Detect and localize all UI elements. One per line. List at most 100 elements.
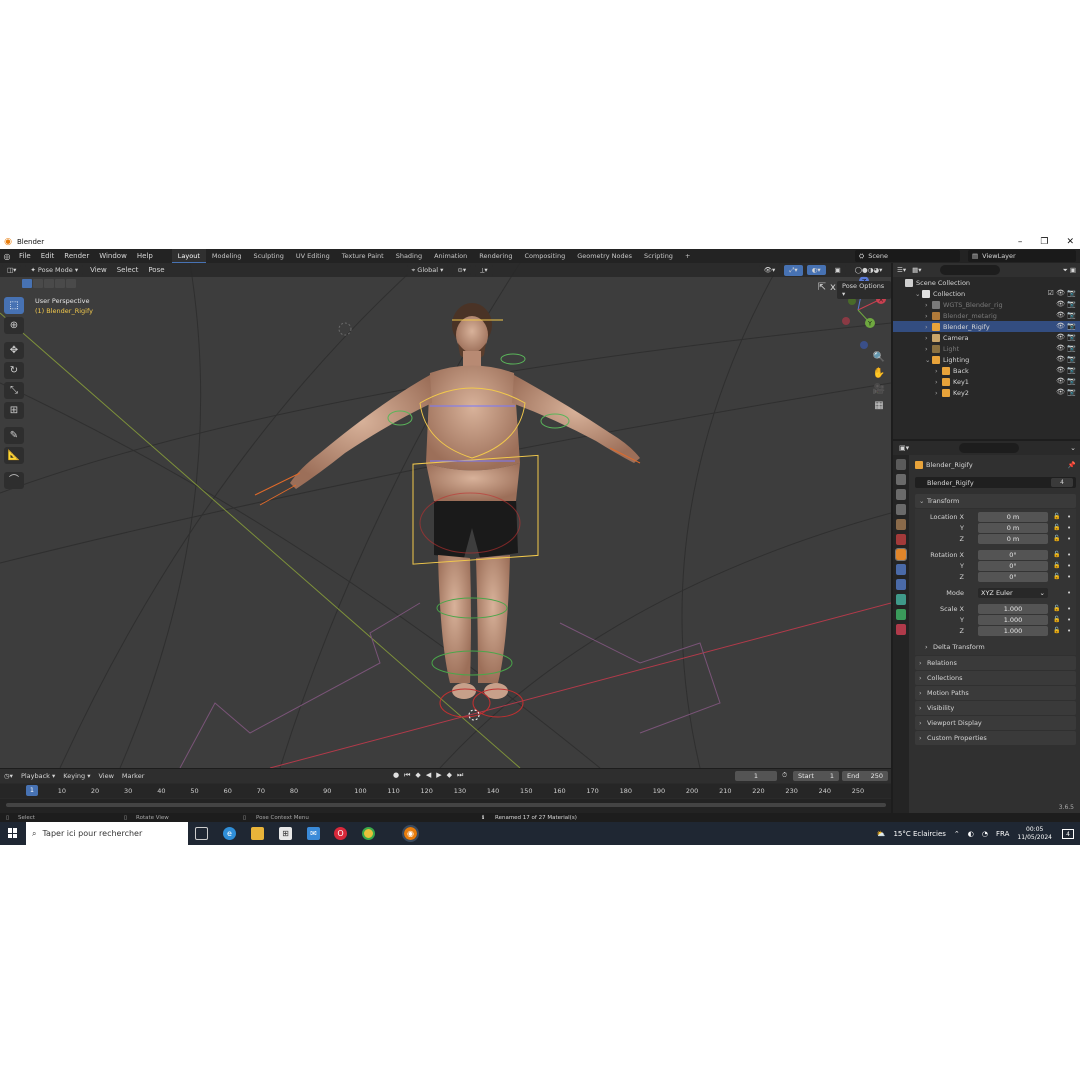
scene-tab-icon[interactable] [896, 519, 906, 530]
notifications-icon[interactable]: 4 [1062, 828, 1074, 839]
outliner-item[interactable]: › Blender_Rigify 👁 📷 [893, 321, 1080, 332]
outliner-item[interactable]: ⌄ Lighting 👁 📷 [893, 354, 1080, 365]
timeline-track[interactable] [0, 799, 891, 813]
workspace-tab-modeling[interactable]: Modeling [206, 249, 248, 263]
pin-icon[interactable]: 📌 [1068, 461, 1076, 469]
lock-icon[interactable]: 🔓 [1053, 616, 1060, 623]
rotate-tool-icon[interactable]: ↻ [4, 362, 24, 379]
viewport-menu-pose[interactable]: Pose [143, 266, 169, 274]
next-keyframe-icon[interactable]: ◆ [447, 771, 452, 780]
taskbar-clock[interactable]: 00:05 11/05/2024 [1017, 826, 1052, 842]
physics-tab-icon[interactable] [896, 579, 906, 590]
prev-keyframe-icon[interactable]: ◆ [415, 771, 420, 780]
menu-edit[interactable]: Edit [36, 252, 60, 260]
rotation-mode-dropdown[interactable]: XYZ Euler ⌄ [978, 587, 1048, 598]
view-layer-tab-icon[interactable] [896, 504, 906, 515]
properties-panel-header[interactable]: › Relations [915, 656, 1076, 670]
outliner-display-mode-icon[interactable]: ▦▾ [912, 266, 921, 274]
render-tab-icon[interactable] [896, 474, 906, 485]
scale-tool-icon[interactable]: ⤡ [4, 382, 24, 399]
timeline-scrollbar[interactable] [6, 803, 886, 807]
overlay-toggle-icon[interactable]: ◐▾ [806, 265, 826, 275]
annotate-tool-icon[interactable]: ✎ [4, 427, 24, 444]
transform-tool-icon[interactable]: ⊞ [4, 402, 24, 419]
blender-taskbar-icon[interactable]: ◉ [402, 825, 419, 842]
outliner-item[interactable]: › Blender_metarig 👁 📷 [893, 310, 1080, 321]
data-users-count[interactable]: 4 [1051, 478, 1073, 487]
task-view-icon[interactable] [195, 827, 208, 840]
lock-icon[interactable]: 🔓 [1053, 551, 1060, 558]
outliner-visibility-toggles[interactable]: 👁 📷 [1056, 365, 1076, 376]
outliner-search-input[interactable] [939, 265, 1000, 275]
object-tab-icon[interactable] [895, 548, 907, 561]
camera-view-icon[interactable]: 🎥 [872, 383, 886, 397]
rotation-y-field[interactable]: 0° [978, 560, 1048, 571]
pose-options-button[interactable]: Pose Options ▾ [837, 281, 891, 299]
scale-x-field[interactable]: 1.000 [978, 603, 1048, 614]
jump-start-icon[interactable]: ⏮ [404, 771, 410, 780]
outliner-item[interactable]: › Back 👁 📷 [893, 365, 1080, 376]
mail-icon[interactable]: ✉ [307, 827, 320, 840]
snap-icon[interactable]: ⟂▾ [475, 264, 493, 276]
scale-z-field[interactable]: 1.000 [978, 625, 1048, 636]
lock-icon[interactable]: 🔓 [1053, 605, 1060, 612]
current-frame-field[interactable]: 1 [735, 771, 777, 781]
armature-data-tab-icon[interactable] [896, 609, 906, 620]
outliner-visibility-toggles[interactable]: 👁 📷 [1056, 343, 1076, 354]
blender-menu-icon[interactable]: ◎ [0, 252, 14, 261]
workspace-tab-rendering[interactable]: Rendering [473, 249, 518, 263]
outliner-visibility-toggles[interactable]: 👁 📷 [1056, 376, 1076, 387]
rotation-x-field[interactable]: 0° [978, 549, 1048, 560]
network-icon[interactable]: ◐ [968, 830, 974, 838]
3d-viewport[interactable]: Z Y X ◫▾ ✦ Pose Mode ▾ View Select Pose … [0, 263, 891, 768]
tool-tab-icon[interactable] [896, 459, 906, 470]
workspace-tab-scripting[interactable]: Scripting [638, 249, 679, 263]
outliner-item[interactable]: › Camera 👁 📷 [893, 332, 1080, 343]
cursor-tool-icon[interactable]: ⊕ [4, 317, 24, 334]
properties-panel-header[interactable]: › Collections [915, 671, 1076, 685]
keyframe-dot-icon[interactable]: • [1067, 589, 1071, 597]
transform-panel-header[interactable]: ⌄ Transform [915, 494, 1076, 508]
expand-arrow-icon[interactable]: › [935, 389, 942, 397]
outliner-visibility-toggles[interactable]: 👁 📷 [1056, 310, 1076, 321]
record-icon[interactable]: ● [393, 771, 399, 780]
properties-options-icon[interactable]: ⌄ [1070, 444, 1076, 452]
lock-icon[interactable]: 🔓 [1053, 524, 1060, 531]
outliner-visibility-toggles[interactable]: 👁 📷 [1056, 387, 1076, 398]
keyframe-dot-icon[interactable]: • [1067, 562, 1071, 570]
microsoft-store-icon[interactable]: ⊞ [279, 827, 292, 840]
expand-arrow-icon[interactable]: › [925, 312, 932, 320]
timeline-menu-marker[interactable]: Marker [118, 772, 148, 780]
delta-transform-subpanel[interactable]: › Delta Transform [915, 641, 1076, 653]
select-mode-intersect-icon[interactable] [66, 279, 76, 288]
expand-arrow-icon[interactable]: › [925, 323, 932, 331]
outliner-editor-type-icon[interactable]: ☰▾ [897, 266, 906, 274]
select-mode-new-icon[interactable] [22, 279, 32, 288]
lock-icon[interactable]: 🔓 [1053, 627, 1060, 634]
keyframe-dot-icon[interactable]: • [1067, 524, 1071, 532]
properties-panel-header[interactable]: › Custom Properties [915, 731, 1076, 745]
select-mode-invert-icon[interactable] [55, 279, 65, 288]
editor-type-icon[interactable]: ◫▾ [2, 265, 22, 275]
workspace-tab-shading[interactable]: Shading [390, 249, 428, 263]
outliner-visibility-toggles[interactable]: ☑ 👁 📷 [1048, 288, 1076, 299]
workspace-tab-geometry-nodes[interactable]: Geometry Nodes [571, 249, 638, 263]
taskbar-search-input[interactable]: ⌕ Taper ici pour rechercher [26, 822, 188, 845]
language-indicator[interactable]: FRA [996, 830, 1009, 838]
armature-data-field[interactable]: Blender_Rigify 4 [915, 477, 1076, 488]
lock-icon[interactable]: 🔓 [1053, 513, 1060, 520]
file-explorer-icon[interactable] [251, 827, 264, 840]
properties-editor-type-icon[interactable]: ▣▾ [899, 444, 909, 452]
scene-selector[interactable]: ⛭ Scene [855, 250, 960, 262]
properties-search-input[interactable] [959, 443, 1020, 453]
outliner-item[interactable]: › WGTS_Blender_rig 👁 📷 [893, 299, 1080, 310]
perspective-toggle-icon[interactable]: ▦ [872, 399, 886, 413]
keyframe-dot-icon[interactable]: • [1067, 513, 1071, 521]
properties-panel-header[interactable]: › Visibility [915, 701, 1076, 715]
keyframe-dot-icon[interactable]: • [1067, 627, 1071, 635]
expand-arrow-icon[interactable]: ⌄ [915, 290, 922, 298]
timeline-editor-type-icon[interactable]: ◷▾ [0, 772, 17, 780]
scale-y-field[interactable]: 1.000 [978, 614, 1048, 625]
expand-arrow-icon[interactable]: › [935, 378, 942, 386]
play-reverse-icon[interactable]: ◀ [426, 771, 431, 780]
